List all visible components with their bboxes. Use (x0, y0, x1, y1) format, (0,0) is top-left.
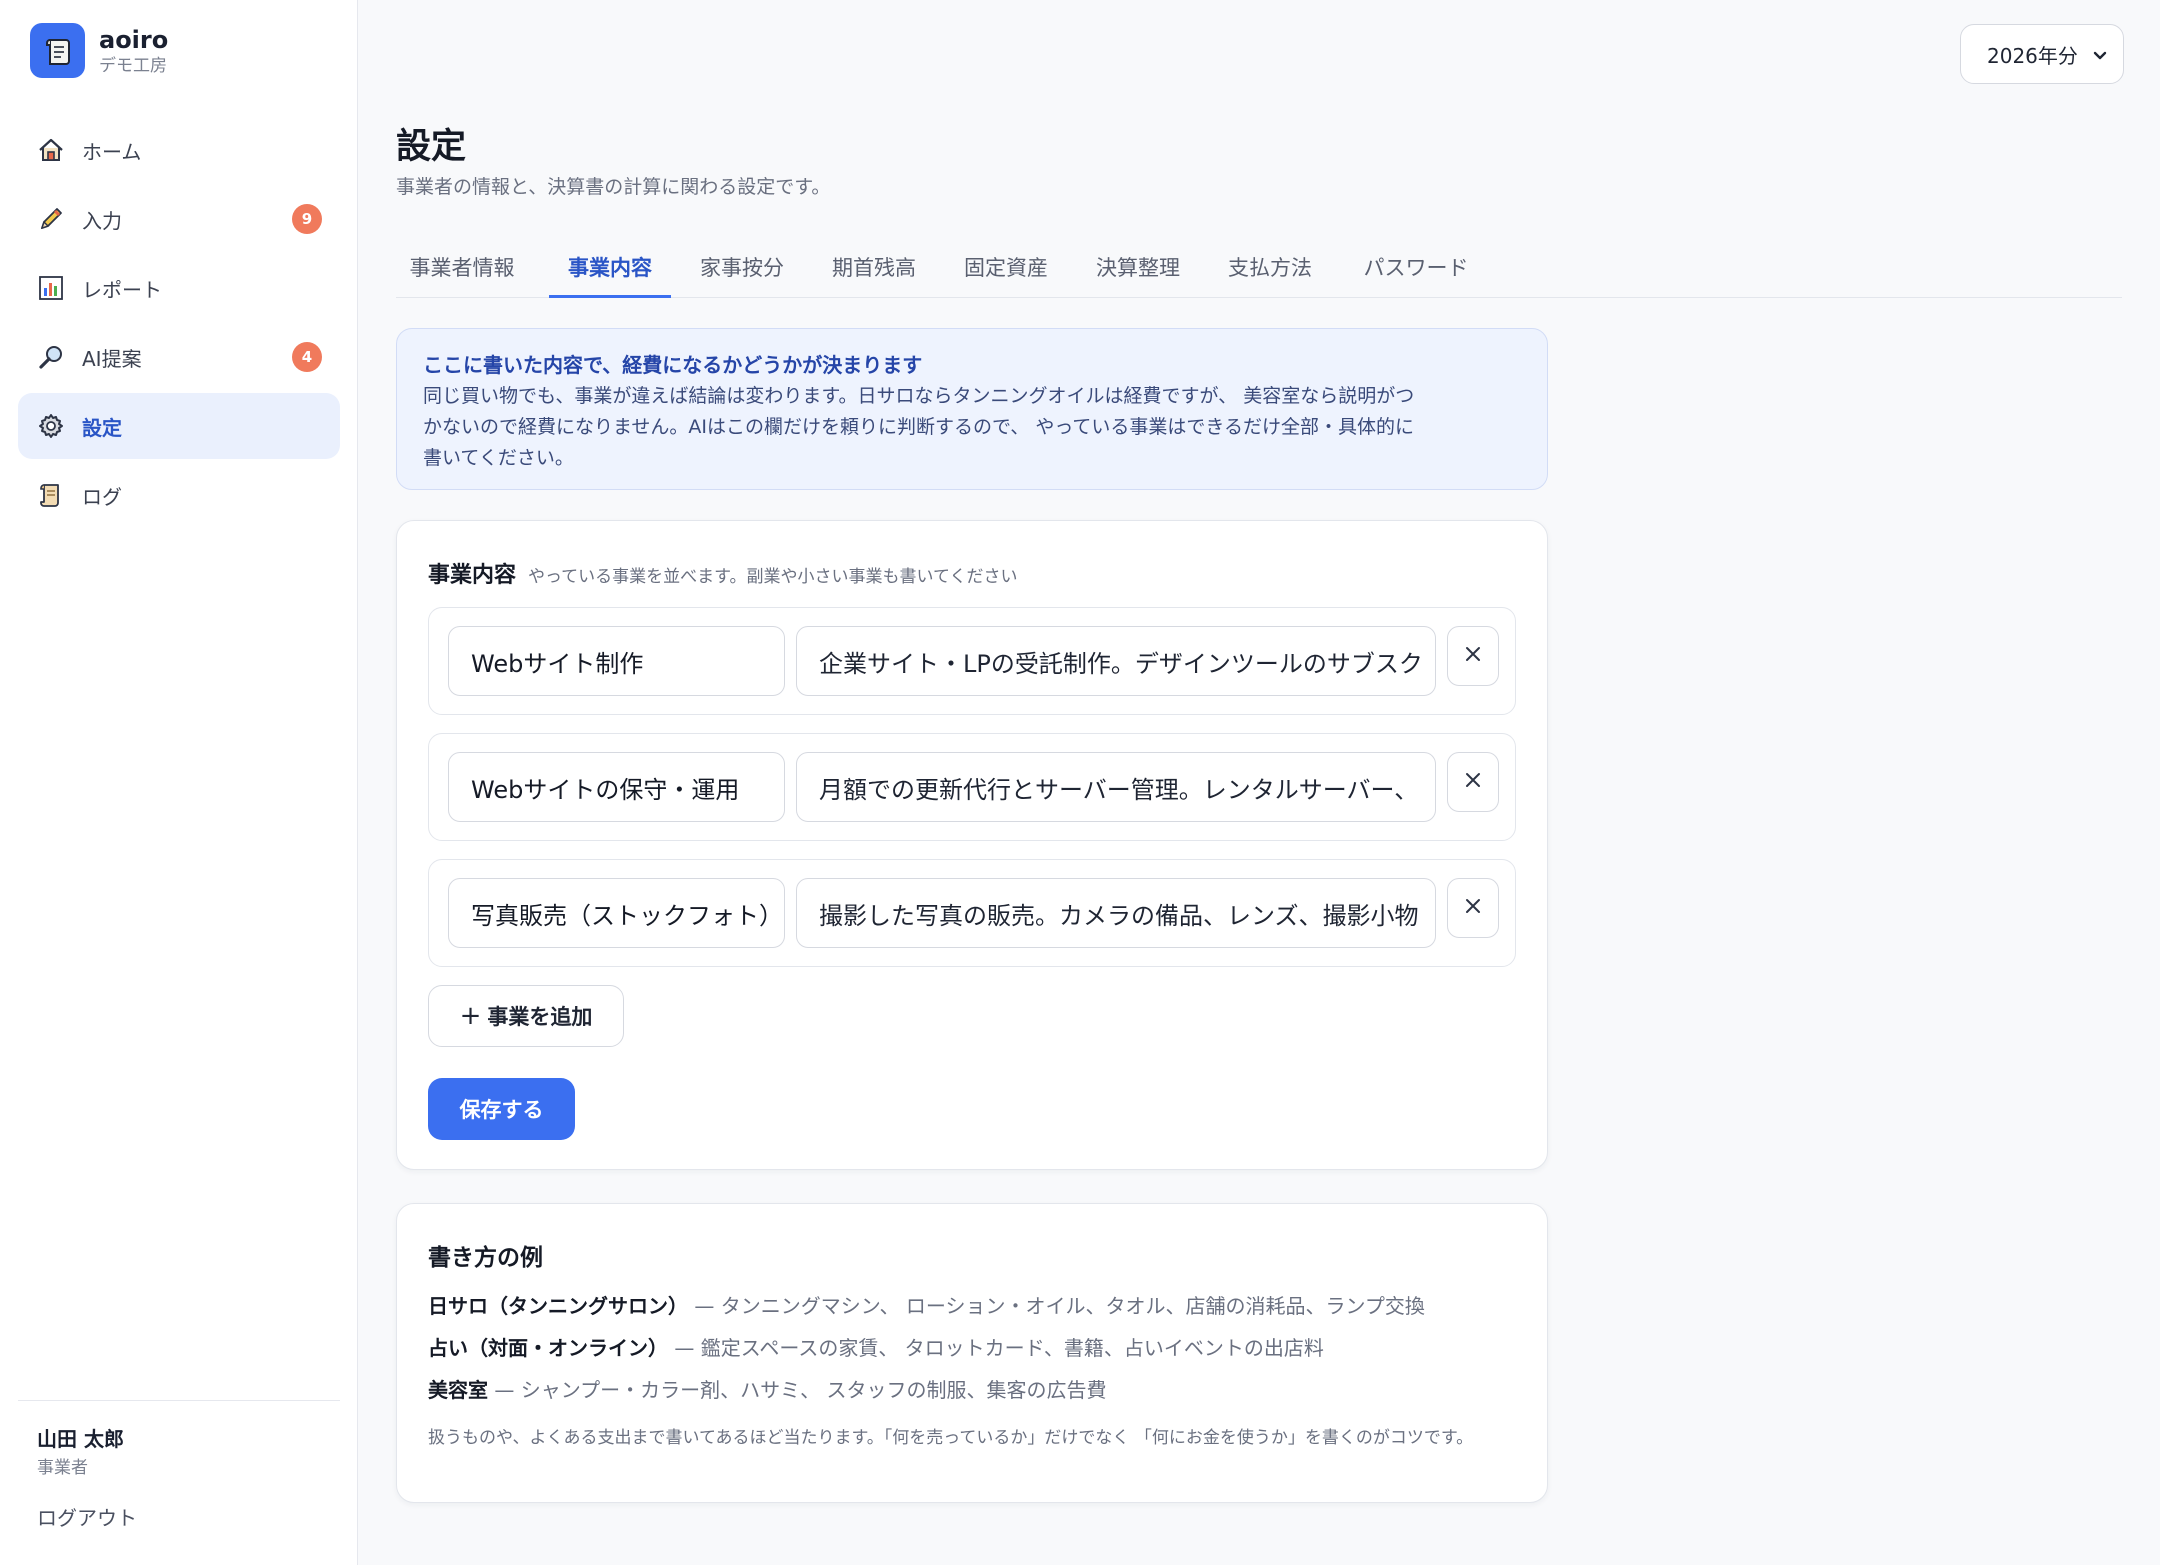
tab-payment-methods[interactable]: 支払方法 (1214, 238, 1326, 298)
example-item: 日サロ（タンニングサロン） — タンニングマシン、 ローション・オイル、タオル、… (428, 1290, 1425, 1319)
examples-title: 書き方の例 (428, 1245, 543, 1271)
notification-badge: 9 (292, 204, 322, 234)
tab-password[interactable]: パスワード (1346, 238, 1486, 298)
add-business-button[interactable]: + 事業を追加 (428, 985, 624, 1047)
example-detail: — タンニングマシン、 ローション・オイル、タオル、店舗の消耗品、ランプ交換 (688, 1294, 1425, 1318)
plus-icon: + (459, 1001, 482, 1031)
sidebar-item-label: AI提案 (82, 346, 142, 371)
magnifier-icon (36, 342, 66, 372)
sidebar-item-log[interactable]: ログ (18, 462, 340, 528)
year-select[interactable]: 2026年分 (1960, 24, 2124, 84)
example-name: 美容室 (428, 1378, 488, 1402)
business-description-input[interactable]: 撮影した写真の販売。カメラの備品、レンズ、撮影小物 (796, 878, 1436, 948)
sidebar-item-label: ホーム (82, 139, 142, 164)
sidebar-item-label: ログ (82, 484, 122, 509)
business-row: Webサイト制作 企業サイト・LPの受託制作。デザインツールのサブスク (428, 607, 1516, 715)
app-logo-icon (30, 23, 85, 78)
brand[interactable]: aoiro デモ工房 (30, 23, 168, 78)
tab-home-allocation[interactable]: 家事按分 (686, 238, 798, 298)
year-select-value: 2026年分 (1987, 43, 2078, 68)
chart-icon (36, 273, 66, 303)
page-subtitle: 事業者の情報と、決算書の計算に関わる設定です。 (396, 176, 831, 198)
sidebar-item-settings[interactable]: 設定 (18, 393, 340, 459)
sidebar-item-home[interactable]: ホーム (18, 117, 340, 183)
business-name-input[interactable]: Webサイトの保守・運用 (448, 752, 785, 822)
logout-link[interactable]: ログアウト (37, 1502, 137, 1531)
close-icon (1463, 644, 1483, 668)
tab-opening-balance[interactable]: 期首残高 (818, 238, 930, 298)
business-name-input[interactable]: Webサイト制作 (448, 626, 785, 696)
example-item: 占い（対面・オンライン） — 鑑定スペースの家賃、 タロットカード、書籍、占いイ… (428, 1332, 1324, 1361)
info-line: 書いてください。 (423, 447, 574, 469)
business-row: Webサイトの保守・運用 月額での更新代行とサーバー管理。レンタルサーバー、 (428, 733, 1516, 841)
section-hint: やっている事業を並べます。副業や小さい事業も書いてください (528, 567, 1018, 587)
section-title: 事業内容 (428, 563, 517, 588)
close-icon (1463, 896, 1483, 920)
examples-card: 書き方の例 日サロ（タンニングサロン） — タンニングマシン、 ローション・オイ… (396, 1203, 1548, 1503)
example-name: 占い（対面・オンライン） (428, 1336, 668, 1360)
info-body: 同じ買い物でも、事業が違えば結論は変わります。日サロならタンニングオイルは経費で… (423, 381, 1521, 474)
sidebar-footer: 山田 太郎 事業者 ログアウト (18, 1400, 340, 1530)
user-name: 山田 太郎 (37, 1427, 124, 1451)
tab-fixed-assets[interactable]: 固定資産 (950, 238, 1062, 298)
example-name: 日サロ（タンニングサロン） (428, 1294, 688, 1318)
business-name-input[interactable]: 写真販売（ストックフォト） (448, 878, 785, 948)
add-business-label: 事業を追加 (487, 1005, 593, 1029)
brand-subtitle: デモ工房 (99, 55, 167, 76)
business-description-input[interactable]: 月額での更新代行とサーバー管理。レンタルサーバー、 (796, 752, 1436, 822)
sidebar-item-ai-suggestions[interactable]: AI提案 4 (18, 324, 340, 390)
gear-icon (36, 411, 66, 441)
example-item: 美容室 — シャンプー・カラー剤、ハサミ、 スタッフの制服、集客の広告費 (428, 1374, 1106, 1403)
page-title: 設定 (396, 127, 467, 167)
example-detail: — シャンプー・カラー剤、ハサミ、 スタッフの制服、集客の広告費 (488, 1378, 1107, 1402)
sidebar-nav: ホーム 入力 9 レポート AI提案 4 設定 ログ (18, 117, 340, 531)
pencil-icon (36, 204, 66, 234)
info-title: ここに書いた内容で、経費になるかどうかが決まります (423, 353, 923, 377)
sidebar: aoiro デモ工房 ホーム 入力 9 レポート AI提案 4 設定 ログ 山田… (0, 0, 358, 1565)
save-button[interactable]: 保存する (428, 1078, 575, 1140)
settings-tabs: 事業者情報 事業内容 家事按分 期首残高 固定資産 決算整理 支払方法 パスワー… (396, 238, 2122, 298)
scroll-icon (36, 480, 66, 510)
tab-business-content[interactable]: 事業内容 (549, 238, 671, 298)
remove-business-button[interactable] (1447, 752, 1499, 812)
sidebar-item-label: 入力 (82, 208, 122, 233)
close-icon (1463, 770, 1483, 794)
example-detail: — 鑑定スペースの家賃、 タロットカード、書籍、占いイベントの出店料 (668, 1336, 1324, 1360)
tab-business-info[interactable]: 事業者情報 (396, 238, 528, 298)
info-callout: ここに書いた内容で、経費になるかどうかが決まります 同じ買い物でも、事業が違えば… (396, 328, 1548, 490)
notification-badge: 4 (292, 342, 322, 372)
remove-business-button[interactable] (1447, 626, 1499, 686)
business-description-input[interactable]: 企業サイト・LPの受託制作。デザインツールのサブスク (796, 626, 1436, 696)
info-line: 同じ買い物でも、事業が違えば結論は変わります。日サロならタンニングオイルは経費で… (423, 385, 1415, 407)
brand-name: aoiro (99, 25, 169, 54)
info-line: かないので経費になりません。AIはこの欄だけを頼りに判断するので、 やっている事… (423, 416, 1414, 438)
sidebar-item-report[interactable]: レポート (18, 255, 340, 321)
section-header: 事業内容 やっている事業を並べます。副業や小さい事業も書いてください (428, 557, 1017, 589)
sidebar-item-label: レポート (82, 277, 162, 302)
business-row: 写真販売（ストックフォト） 撮影した写真の販売。カメラの備品、レンズ、撮影小物 (428, 859, 1516, 967)
examples-note: 扱うものや、よくある支出まで書いてあるほど当たります。「何を売っているか」だけで… (428, 1428, 1474, 1448)
user-role: 事業者 (37, 1458, 88, 1478)
business-content-card: 事業内容 やっている事業を並べます。副業や小さい事業も書いてください Webサイ… (396, 520, 1548, 1170)
chevron-down-icon (2091, 45, 2109, 69)
sidebar-item-input[interactable]: 入力 9 (18, 186, 340, 252)
sidebar-item-label: 設定 (82, 415, 122, 440)
home-icon (36, 135, 66, 165)
tab-closing-adjustments[interactable]: 決算整理 (1082, 238, 1194, 298)
remove-business-button[interactable] (1447, 878, 1499, 938)
